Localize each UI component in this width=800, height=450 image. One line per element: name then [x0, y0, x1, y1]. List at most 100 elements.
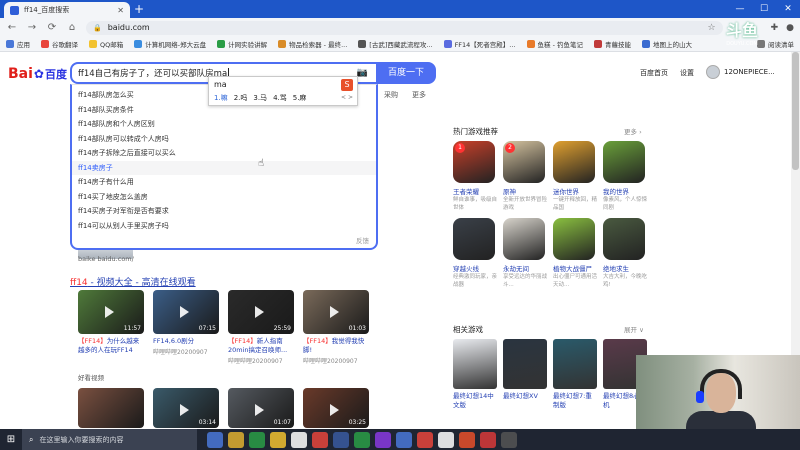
taskbar-app-icon[interactable] — [375, 431, 391, 448]
close-window-button[interactable]: ✕ — [776, 0, 800, 18]
feedback-link[interactable]: 反馈 — [356, 235, 369, 245]
suggestion-item[interactable]: ff14买了地皮怎么盖房 — [72, 190, 376, 205]
bookmark-item[interactable]: 青蘿技能 — [594, 39, 631, 49]
game-name[interactable]: 迷你世界 — [553, 186, 597, 196]
related-game-cover[interactable] — [503, 339, 547, 389]
game-card[interactable]: 迷你世界 一键开释放回，精品国 — [553, 141, 597, 212]
game-name[interactable]: 我的世界 — [603, 186, 647, 196]
taskbar-app-icon[interactable] — [228, 431, 244, 448]
settings-link[interactable]: 设置 — [680, 68, 694, 78]
back-button[interactable]: ← — [6, 22, 18, 33]
ime-candidate[interactable]: 4.骂 — [273, 93, 287, 103]
game-card[interactable]: 穿越火线 经典激同玩家，亲战器 — [453, 218, 497, 289]
start-button[interactable]: ⊞ — [0, 429, 22, 450]
video-thumbnail[interactable]: 03:14 — [153, 388, 219, 428]
ime-candidate[interactable]: 5.麻 — [293, 93, 307, 103]
video-card[interactable]: 03:14 — [153, 388, 219, 428]
video-card[interactable]: 01:07 — [228, 388, 294, 428]
game-card[interactable]: 植物大战僵尸 出心僵尸可通用活天动... — [553, 218, 597, 289]
game-name[interactable]: 王者荣耀 — [453, 186, 497, 196]
video-card[interactable]: 01:03 【FF14】我觉得我快脚! 哔哩哔哩20200907 — [303, 290, 369, 365]
bookmark-item[interactable]: FF14【死者宫殿】... — [443, 39, 516, 49]
game-card[interactable]: 绝地求生 大吉大利，今晚吃鸡! — [603, 218, 647, 289]
scrollbar-thumb[interactable] — [792, 52, 799, 170]
video-caption[interactable]: 【FF14】为什么越来越多的人在玩FF14 — [78, 337, 144, 355]
bookmark-item[interactable]: 谷歌翻译 — [41, 39, 78, 49]
taskbar-app-icon[interactable] — [249, 431, 265, 448]
video-thumbnail[interactable]: 03:25 — [303, 388, 369, 428]
bookmark-item[interactable]: 地图上的山大 — [642, 39, 692, 49]
ime-candidate[interactable]: 3.马 — [253, 93, 267, 103]
taskbar-app-icon[interactable] — [207, 431, 223, 448]
baidu-home-link[interactable]: 百度首页 — [640, 68, 668, 78]
profile-icon[interactable]: ● — [786, 23, 794, 33]
game-icon[interactable] — [553, 141, 595, 183]
game-name[interactable]: 植物大战僵尸 — [553, 263, 597, 273]
video-card[interactable]: 25:59 【FF14】新人指南 20min搞定召唤师... 哔哩哔哩2020090… — [228, 290, 294, 365]
game-name[interactable]: 永劫无间 — [503, 263, 547, 273]
taskbar-app-icon[interactable] — [312, 431, 328, 448]
suggestion-item[interactable]: ff14房子有什么用 — [72, 175, 376, 190]
lock-icon[interactable]: 🔒 — [93, 24, 102, 32]
game-card[interactable]: 永劫无间 享受远达的华丽战斗... — [503, 218, 547, 289]
related-game-card[interactable]: 最终幻想XV — [503, 339, 547, 410]
game-name[interactable]: 原神 — [503, 186, 547, 196]
related-expand-link[interactable]: 展开 ∨ — [624, 324, 644, 334]
suggestion-item[interactable]: ff14部队房和个人房区别 — [72, 117, 376, 132]
game-icon[interactable] — [453, 218, 495, 260]
baike-url[interactable]: baike baidu.com/ — [78, 255, 134, 263]
ime-candidate[interactable]: 2.吗 — [234, 93, 248, 103]
tab-close-icon[interactable]: ✕ — [117, 6, 124, 15]
related-game-name[interactable]: 最终幻想14中文版 — [453, 392, 497, 410]
game-card[interactable]: 1 王者荣耀 鲜自谁事，吸级自世体 — [453, 141, 497, 212]
minimize-button[interactable]: — — [728, 0, 752, 18]
video-thumbnail[interactable]: 11:57 — [78, 290, 144, 334]
related-game-card[interactable]: 最终幻想7:重制版 — [553, 339, 597, 410]
video-thumbnail[interactable]: 25:59 — [228, 290, 294, 334]
video-thumbnail[interactable]: 07:15 — [153, 290, 219, 334]
game-name[interactable]: 穿越火线 — [453, 263, 497, 273]
video-card[interactable]: 11:57 【FF14】为什么越来越多的人在玩FF14 — [78, 290, 144, 365]
baidu-logo[interactable]: Bai ✿ 百度 — [8, 66, 67, 82]
suggestion-item[interactable]: ff14买房子对军衔是否有要求 — [72, 204, 376, 219]
taskbar-app-icon[interactable] — [354, 431, 370, 448]
suggestion-item[interactable]: ff14部队房可以转成个人房吗 — [72, 132, 376, 147]
game-icon[interactable] — [503, 218, 545, 260]
taskbar-app-icon[interactable] — [270, 431, 286, 448]
bookmark-star-icon[interactable]: ☆ — [708, 23, 716, 33]
reload-button[interactable]: ⟳ — [46, 22, 58, 33]
taskbar-app-icon[interactable] — [417, 431, 433, 448]
maximize-button[interactable]: ☐ — [752, 0, 776, 18]
video-thumbnail[interactable]: 01:03 — [303, 290, 369, 334]
related-game-cover[interactable] — [553, 339, 597, 389]
avatar[interactable] — [706, 65, 720, 79]
suggestion-item[interactable]: ff14房子拆除之后直接可以买么 — [72, 146, 376, 161]
taskbar-search[interactable]: ⌕ 在这里输入你要搜索的内容 — [22, 429, 197, 450]
video-caption[interactable]: 【FF14】我觉得我快脚! — [303, 337, 369, 355]
bookmark-item[interactable]: 物品检索器 - 最终... — [278, 39, 347, 49]
video-thumbnail[interactable] — [78, 388, 144, 428]
ime-candidate[interactable]: 1.嘛 — [214, 93, 228, 103]
search-button[interactable]: 百度一下 — [376, 62, 436, 84]
bookmark-item[interactable]: 计网实验讲解 — [217, 39, 267, 49]
video-section-title[interactable]: ff14 - 视频大全 - 高清在线观看 — [70, 275, 196, 288]
forward-button[interactable]: → — [26, 22, 38, 33]
related-game-card[interactable]: 最终幻想14中文版 — [453, 339, 497, 410]
game-name[interactable]: 绝地求生 — [603, 263, 647, 273]
bookmark-item[interactable]: 计算机网络-郑大云盘 — [134, 39, 206, 49]
tab-more[interactable]: 更多 — [412, 90, 426, 100]
username[interactable]: 12ONEPIECE... — [724, 68, 775, 76]
browser-tab[interactable]: ff14_百度搜索 ✕ — [4, 2, 130, 18]
suggestion-item[interactable]: ff14卖房子 — [72, 160, 376, 175]
new-tab-button[interactable]: + — [134, 1, 144, 17]
video-caption[interactable]: 【FF14】新人指南 20min搞定召唤师... — [228, 337, 294, 355]
game-card[interactable]: 我的世界 像素风，个人惊悚同剧 — [603, 141, 647, 212]
tab-purchase[interactable]: 采购 — [384, 90, 398, 100]
game-icon[interactable] — [603, 141, 645, 183]
url-text[interactable]: baidu.com — [108, 23, 702, 32]
bookmark-item[interactable]: [古武]西藏武流程攻... — [358, 39, 433, 49]
video-card[interactable] — [78, 388, 144, 428]
home-button[interactable]: ⌂ — [66, 22, 78, 33]
user-menu[interactable]: 12ONEPIECE... — [706, 65, 775, 79]
address-bar[interactable]: 🔒 baidu.com ☆ — [86, 20, 723, 35]
